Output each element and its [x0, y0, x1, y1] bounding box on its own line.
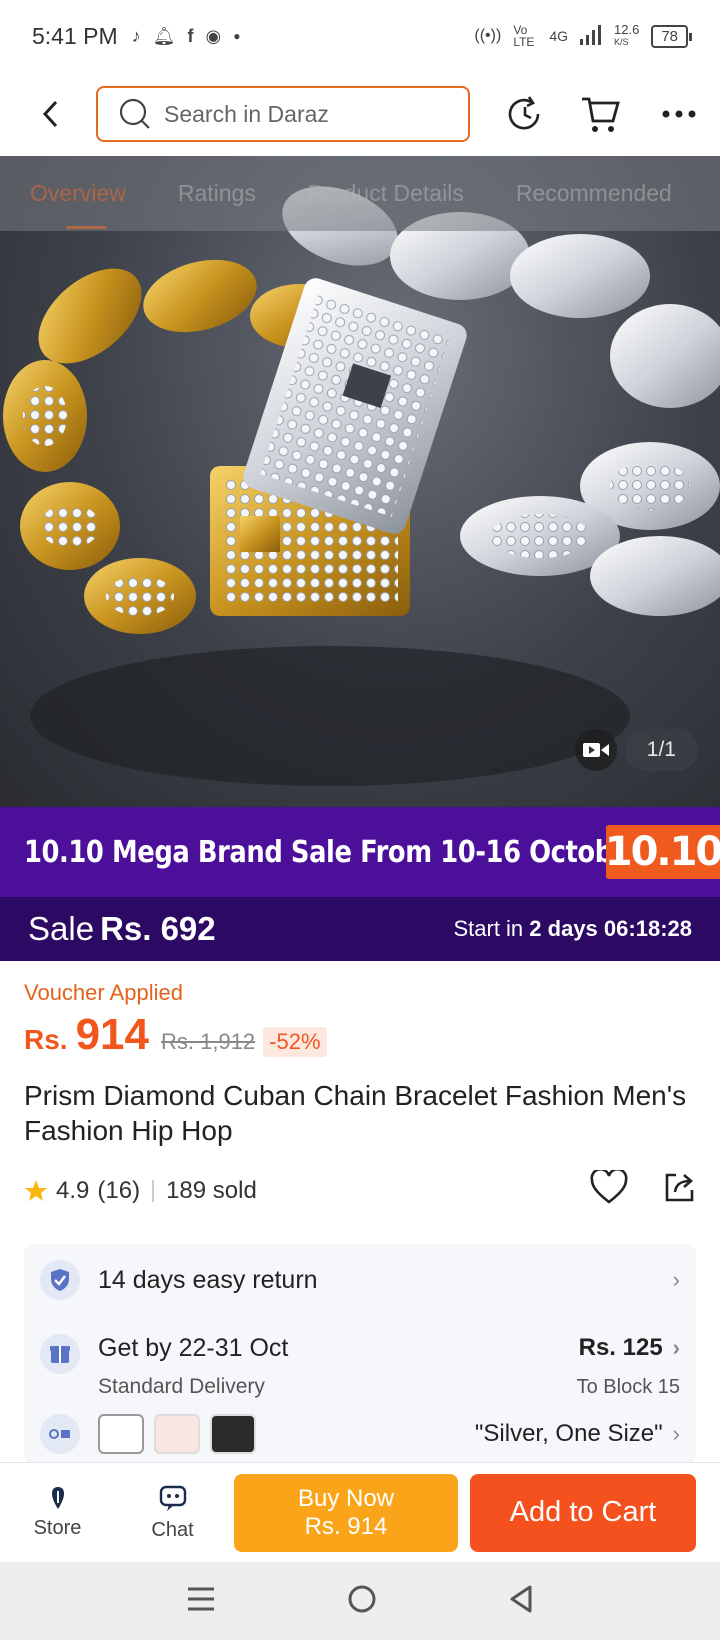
- product-title: Prism Diamond Cuban Chain Bracelet Fashi…: [24, 1080, 687, 1146]
- search-box[interactable]: [96, 86, 470, 142]
- tab-recommended[interactable]: Recommended: [516, 180, 672, 207]
- tab-ratings[interactable]: Ratings: [178, 180, 256, 207]
- search-input[interactable]: [164, 100, 444, 128]
- tab-overview[interactable]: Overview: [30, 180, 126, 229]
- hotspot-icon: ((•)): [474, 27, 502, 44]
- battery-icon: 78: [651, 24, 692, 48]
- buy-now-button[interactable]: Buy Now Rs. 914: [234, 1473, 458, 1552]
- back-triangle-icon: [510, 1585, 532, 1612]
- original-price: Rs. 1,912: [161, 1029, 256, 1054]
- video-camera-icon: [582, 743, 609, 757]
- variant-icon: [49, 1429, 70, 1439]
- net-speed: 12.6: [614, 22, 640, 37]
- signal-bars-icon: [580, 24, 602, 48]
- price-currency: Rs.: [24, 1024, 68, 1055]
- notification-bell-icon: 🔔︎: [152, 25, 176, 46]
- bottom-action-bar: Store Chat Buy Now Rs. 914 Add to Cart: [0, 1462, 720, 1562]
- share-icon: [665, 1173, 694, 1202]
- returns-text: 14 days easy return: [98, 1265, 318, 1294]
- variant-row[interactable]: "Silver, One Size" ›: [24, 1414, 696, 1454]
- chevron-right-icon: ›: [672, 1421, 680, 1446]
- star-icon: [25, 1179, 47, 1201]
- selected-variant: "Silver, One Size": [474, 1420, 663, 1447]
- more-horizontal-icon: [662, 110, 696, 118]
- flash-sale-bar: Sale Rs. 692 Start in 2 days 06:18:28: [0, 897, 720, 961]
- more-options-button[interactable]: [654, 89, 704, 139]
- tiktok-icon: ♪: [131, 25, 141, 46]
- app-icon: ◉: [205, 25, 222, 46]
- top-nav: [0, 72, 720, 156]
- search-icon: [119, 98, 150, 129]
- returns-row[interactable]: 14 days easy return ›: [24, 1260, 696, 1300]
- buy-now-label: Buy Now: [297, 1484, 395, 1512]
- system-nav-bar: [0, 1562, 720, 1640]
- image-counter: 1/1: [624, 729, 698, 771]
- dot-icon: ●: [233, 29, 241, 43]
- current-price: 914: [75, 1010, 149, 1059]
- home-button[interactable]: [347, 1584, 377, 1619]
- cart-button[interactable]: [576, 89, 626, 139]
- status-bar: 5:41 PM ♪ 🔔︎ f ◉ ● ((•)) Vo LTE 4G 12.6 …: [0, 0, 720, 72]
- rating-divider: [152, 1179, 155, 1202]
- net-speed-unit: K/S: [614, 37, 629, 47]
- price-row: Rs. 914 Rs. 1,912 -52%: [24, 1010, 327, 1060]
- delivery-fee: Rs. 125: [578, 1334, 663, 1361]
- discount-badge: -52%: [263, 1027, 327, 1057]
- back-button[interactable]: [26, 89, 76, 139]
- product-image-gallery[interactable]: Overview Ratings Product Details Recomme…: [0, 156, 720, 807]
- add-to-cart-button[interactable]: Add to Cart: [470, 1473, 696, 1552]
- package-icon: [50, 1346, 70, 1363]
- chevron-left-icon: [42, 100, 58, 128]
- mega-sale-banner[interactable]: 10.10 Mega Brand Sale From 10-16 October…: [0, 807, 720, 897]
- store-button[interactable]: Store: [0, 1485, 115, 1540]
- cart-icon: [582, 97, 620, 132]
- service-info-card: 14 days easy return › Get by 22-31 Oct S…: [24, 1244, 696, 1464]
- variant-swatch-rose[interactable]: [154, 1414, 200, 1454]
- history-icon: [508, 96, 540, 130]
- sold-count: 189 sold: [166, 1176, 257, 1204]
- sale-days: 2 days: [529, 916, 598, 941]
- buy-now-price: Rs. 914: [304, 1512, 388, 1540]
- store-logo-icon: [51, 1487, 64, 1509]
- chevron-right-icon: ›: [672, 1335, 680, 1360]
- delivery-title: Get by 22-31 Oct: [98, 1334, 289, 1362]
- tab-product-details[interactable]: Product Details: [308, 180, 464, 207]
- rating-value[interactable]: 4.9: [56, 1177, 89, 1205]
- voucher-applied-label: Voucher Applied: [24, 980, 184, 1005]
- signal-label: 4G: [549, 28, 568, 44]
- mega-sale-text: 10.10 Mega Brand Sale From 10-16 October: [24, 834, 643, 870]
- heart-icon: [590, 1167, 628, 1204]
- facebook-icon: f: [187, 25, 194, 46]
- review-count[interactable]: (16): [97, 1177, 140, 1205]
- chat-label: Chat: [151, 1519, 194, 1541]
- mega-sale-badge: 10.10: [605, 825, 720, 879]
- product-image: [3, 186, 720, 786]
- history-button[interactable]: [500, 89, 550, 139]
- delivery-location: To Block 15: [576, 1376, 680, 1398]
- sale-timer: 06:18:28: [603, 916, 692, 941]
- sale-label: Sale: [28, 910, 95, 947]
- wishlist-button[interactable]: [590, 1167, 628, 1211]
- variant-swatch-silver[interactable]: [98, 1414, 144, 1454]
- shield-check-icon: [51, 1269, 69, 1291]
- sale-price: Rs. 692: [100, 910, 216, 947]
- chat-icon: [159, 1485, 186, 1511]
- section-tabs: Overview Ratings Product Details Recomme…: [0, 156, 720, 231]
- share-button[interactable]: [662, 1170, 696, 1211]
- rating-row: 4.9 (16) 189 sold: [24, 1167, 696, 1211]
- delivery-subtitle: Standard Delivery: [98, 1375, 265, 1398]
- chevron-right-icon: ›: [672, 1267, 680, 1292]
- status-time: 5:41 PM: [32, 22, 118, 49]
- sale-countdown: Start in 2 days 06:18:28: [453, 916, 692, 941]
- home-circle-icon: [348, 1585, 376, 1612]
- variant-swatch-gold[interactable]: [210, 1414, 256, 1454]
- volte-label: Vo LTE: [513, 23, 535, 49]
- store-label: Store: [33, 1517, 82, 1539]
- chat-button[interactable]: Chat: [115, 1483, 230, 1542]
- delivery-row[interactable]: Get by 22-31 Oct Standard Delivery Rs. 1…: [24, 1334, 696, 1399]
- video-button[interactable]: [574, 729, 617, 771]
- menu-lines-icon: [187, 1587, 214, 1610]
- recent-apps-button[interactable]: [186, 1586, 216, 1617]
- system-back-button[interactable]: [508, 1584, 534, 1619]
